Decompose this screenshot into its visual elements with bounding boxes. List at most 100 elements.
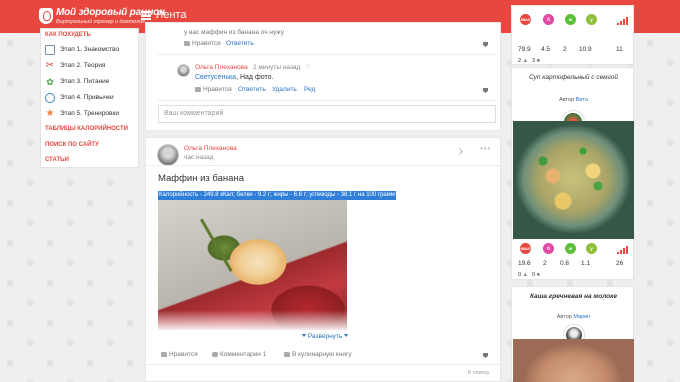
comment-author[interactable]: Ольга Плеханова <box>195 64 248 71</box>
nav-stage-1[interactable]: Этап 1. Знакомство <box>45 44 137 57</box>
edit-link[interactable]: Ред <box>304 86 315 93</box>
more-options-icon[interactable]: ••• <box>480 144 491 153</box>
divider <box>146 364 500 365</box>
protein-badge: б <box>543 243 554 254</box>
recipe-image[interactable] <box>513 121 634 239</box>
rating-bars-icon <box>617 16 629 25</box>
comment-body: Светусенька, Над фото. <box>195 74 273 81</box>
recipe-image[interactable] <box>513 339 634 382</box>
mention-link[interactable]: Светусенька <box>195 74 236 81</box>
logo-icon[interactable] <box>39 8 53 24</box>
avatar[interactable] <box>157 144 179 166</box>
to-list-link[interactable]: К списку <box>468 370 490 376</box>
delete-link[interactable]: Удалить <box>272 86 297 93</box>
fat-value: 2 <box>563 46 567 53</box>
score-value: 26 <box>616 260 624 267</box>
like-button-1[interactable]: Нравится <box>184 40 221 47</box>
book-icon <box>284 351 290 357</box>
like-button-2[interactable]: Нравится <box>195 86 232 93</box>
apple-icon: ✿ <box>46 77 54 87</box>
author-link[interactable]: Вита <box>576 97 588 103</box>
fat-badge: ж <box>565 243 576 254</box>
post-card: Ольга Плеханова час назад ••• Маффин из … <box>145 137 501 382</box>
protein-value: 2 <box>543 260 547 267</box>
nav-articles[interactable]: СТАТЬИ <box>45 157 69 163</box>
recipe-card: Суп картофельный с семгой Автор Вита кка… <box>511 67 634 280</box>
nav-stage-5-label: Этап 5. Тренировки <box>60 110 119 117</box>
flag-icon[interactable] <box>483 42 488 47</box>
recipe-card: ккал б ж у 79.9 4.5 2 10.9 11 2 ▲ 3 ■ <box>511 5 634 65</box>
kcal-badge: ккал <box>520 14 531 25</box>
nav-lose-weight[interactable]: КАК ПОХУДЕТЬ <box>45 32 91 38</box>
likes-count: 2 ▲ <box>518 58 529 64</box>
nutrition-badges: ккал б ж у <box>514 14 633 28</box>
thumbs-up-icon <box>161 351 167 357</box>
reply-link-2[interactable]: Ответить <box>238 86 266 93</box>
score-value: 11 <box>616 46 623 53</box>
fat-badge: ж <box>565 14 576 25</box>
comment-body-text: , Над фото. <box>236 74 274 81</box>
kcal-value: 19.6 <box>518 260 531 267</box>
avatar[interactable] <box>177 64 190 77</box>
nav-stage-4[interactable]: Этап 4. Привычки <box>45 92 137 105</box>
nutrition-badges: ккал б ж у <box>514 243 633 257</box>
flag-icon[interactable] <box>483 353 488 358</box>
comment-text-partial: у вас маффин из банана оч нужу <box>184 29 284 36</box>
thumbs-up-icon <box>184 40 190 46</box>
nutrition-info: Калорийность - 249.8 кКал; белки - 9.2 г… <box>158 191 397 200</box>
nav-stage-2[interactable]: ✂ Этап 2. Теория <box>45 60 137 73</box>
post-time: час назад <box>184 154 214 161</box>
recipe-title[interactable]: Каша гречневая на молоке <box>512 292 635 301</box>
recipe-author: Автор Марин <box>512 314 635 320</box>
chevron-down-icon <box>344 334 349 337</box>
image-fade <box>158 310 498 332</box>
nav-stage-3-label: Этап 3. Питание <box>60 78 110 85</box>
kcal-badge: ккал <box>520 243 531 254</box>
expand-link[interactable]: Развернуть <box>302 333 349 340</box>
recipe-card: Каша гречневая на молоке Автор Марин <box>511 286 634 382</box>
author-link[interactable]: Марин <box>573 314 590 320</box>
post-title[interactable]: Маффин из банана <box>158 173 244 184</box>
recipe-author: Автор Вита <box>512 97 635 103</box>
carbs-value: 1.1 <box>581 260 591 267</box>
nav-stage-3[interactable]: ✿ Этап 3. Питание <box>45 76 137 89</box>
rose-stem <box>200 218 233 272</box>
nav-stage-5[interactable]: ★ Этап 5. Тренировки <box>45 108 137 121</box>
post-comments-button[interactable]: Комментарии 1 <box>212 351 266 358</box>
chevron-right-icon[interactable] <box>455 147 464 156</box>
comments-card: у вас маффин из банана оч нужу Нравится … <box>145 22 501 131</box>
scale-icon <box>45 45 55 55</box>
protein-value: 4.5 <box>541 46 551 53</box>
divider <box>146 165 500 166</box>
carbs-badge: у <box>586 243 597 254</box>
menu-icon[interactable] <box>141 11 151 20</box>
add-to-cookbook-button[interactable]: В кулинарную книгу <box>284 351 352 358</box>
post-author[interactable]: Ольга Плеханова <box>184 145 237 152</box>
reply-link-1[interactable]: Ответить <box>226 40 254 47</box>
comment-time: 2 минуты назад <box>253 64 301 71</box>
sidebar-menu: КАК ПОХУДЕТЬ Этап 1. Знакомство ✂ Этап 2… <box>40 28 139 168</box>
comment-input[interactable]: Ваш комментарий <box>158 105 496 123</box>
author-label: Автор <box>559 97 575 103</box>
nav-stage-1-label: Этап 1. Знакомство <box>60 46 120 53</box>
nav-stage-4-label: Этап 4. Привычки <box>60 94 114 101</box>
logo-subtitle: Виртуальный тренер и диетолог <box>56 19 145 25</box>
kcal-value: 79.9 <box>518 46 531 53</box>
nav-site-search[interactable]: ПОИСК ПО САЙТУ <box>45 142 99 148</box>
author-label: Автор <box>556 314 572 320</box>
recipe-title[interactable]: Суп картофельный с семгой <box>512 73 635 82</box>
nav-stage-2-label: Этап 2. Теория <box>60 62 106 69</box>
thumbs-up-icon <box>195 86 201 92</box>
nav-calorie-tables[interactable]: ТАБЛИЦЫ КАЛОРИЙНОСТИ <box>45 126 128 132</box>
chat-bubble-icon[interactable]: ◌ <box>306 63 310 70</box>
flag-icon[interactable] <box>483 88 488 93</box>
page-title: Лента <box>156 9 187 21</box>
likes-count: 0 ▲ <box>518 272 529 278</box>
chevron-down-icon <box>302 334 306 337</box>
tools-icon: ✂ <box>45 60 55 71</box>
post-like-button[interactable]: Нравится <box>161 351 198 358</box>
comments-count: 0 ■ <box>532 272 540 278</box>
rating-bars-icon <box>617 245 629 254</box>
divider <box>158 54 496 55</box>
clock-icon <box>45 93 55 103</box>
